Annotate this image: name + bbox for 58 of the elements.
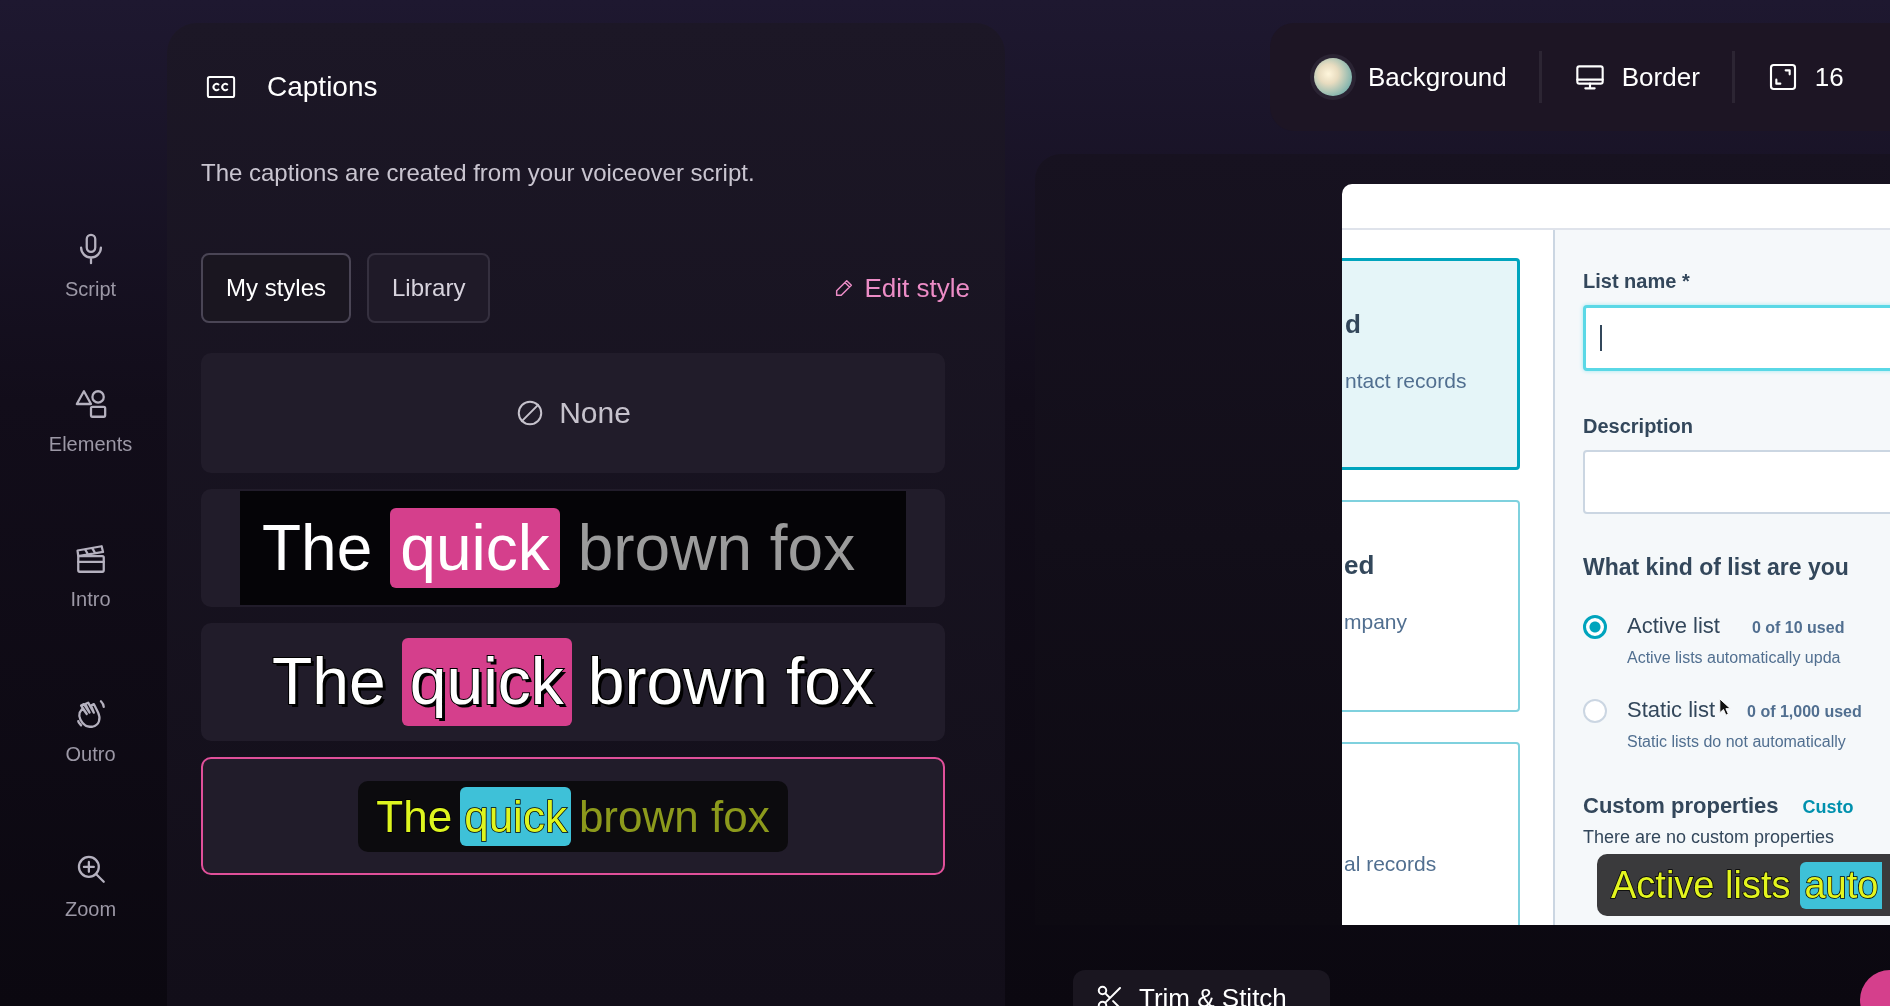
caption-style-option[interactable]: The quick brown fox: [201, 757, 945, 875]
card-title: d: [1345, 309, 1362, 340]
input-field[interactable]: [1583, 305, 1890, 372]
sidebar-item[interactable]: Intro: [70, 542, 111, 611]
caption-style-option[interactable]: None: [201, 353, 945, 473]
mouse-pointer-icon: [1719, 698, 1732, 717]
highlighted-word: quick: [460, 786, 571, 846]
caption-word: The: [271, 643, 387, 721]
caption-word: brown fox: [576, 510, 857, 586]
list-type-card[interactable]: al records: [1342, 742, 1520, 926]
toolbar-button[interactable]: Background: [1314, 58, 1507, 97]
list-type-card[interactable]: ed mpany: [1342, 500, 1520, 713]
sidebar-item[interactable]: Outro: [65, 697, 116, 766]
sidebar-item[interactable]: Script: [64, 232, 117, 301]
caption-word: The: [375, 790, 454, 843]
section-heading: What kind of list are you: [1583, 554, 1850, 582]
toolbar-button[interactable]: 16: [1766, 61, 1844, 94]
caption-style-option[interactable]: The quick brown fox: [201, 489, 945, 607]
text-cursor: [1600, 325, 1602, 352]
input-field[interactable]: [1583, 450, 1890, 515]
card-title: ed: [1344, 550, 1376, 581]
tab[interactable]: Library: [367, 253, 491, 323]
radio-button[interactable]: [1583, 615, 1607, 640]
note-text: There are no custom properties: [1583, 827, 1836, 849]
clapperboard-icon: [73, 542, 108, 576]
highlighted-word: auto: [1800, 861, 1883, 909]
section-heading: Custom properties: [1583, 793, 1779, 820]
card-description: al records: [1344, 852, 1438, 877]
tab[interactable]: My styles: [201, 253, 351, 323]
caption-word: Active lists: [1610, 862, 1792, 908]
radio-button[interactable]: [1583, 699, 1607, 724]
toolbar-button[interactable]: Border: [1573, 61, 1700, 94]
option-hint: Active lists automatically upda: [1627, 649, 1842, 668]
description-text: The captions are created from your voiceover script.: [201, 159, 756, 187]
shapes-icon: [73, 387, 108, 421]
usage-count: 0 of 1,000 used: [1747, 703, 1862, 722]
card-description: ntact records: [1345, 369, 1468, 394]
caption-word: brown fox: [577, 790, 771, 843]
caption-word: brown fox: [586, 643, 875, 721]
list-type-card[interactable]: d ntact records: [1342, 258, 1520, 471]
option-label: Static list: [1627, 697, 1716, 724]
highlighted-word: quick: [401, 638, 572, 726]
usage-count: 0 of 10 used: [1751, 619, 1845, 638]
panel-title: Captions: [267, 71, 378, 103]
edit-style-link[interactable]: Edit style: [832, 272, 970, 304]
color-swatch-icon: [1314, 58, 1352, 97]
card-description: mpany: [1344, 610, 1409, 635]
caption-word: The: [262, 510, 374, 586]
caption-style-option[interactable]: The quick brown fox: [201, 623, 945, 741]
sidebar-item[interactable]: Elements: [48, 387, 133, 456]
field-label: List name *: [1583, 270, 1691, 294]
trim-button[interactable]: Trim & Stitch: [1073, 970, 1330, 1006]
sidebar-item[interactable]: Zoom: [64, 852, 117, 921]
option-label: Active list: [1627, 613, 1720, 640]
option-label: None: [559, 396, 631, 430]
option-hint: Static lists do not automatically: [1627, 733, 1847, 752]
highlighted-word: quick: [390, 507, 560, 589]
field-label: Description: [1583, 415, 1695, 439]
